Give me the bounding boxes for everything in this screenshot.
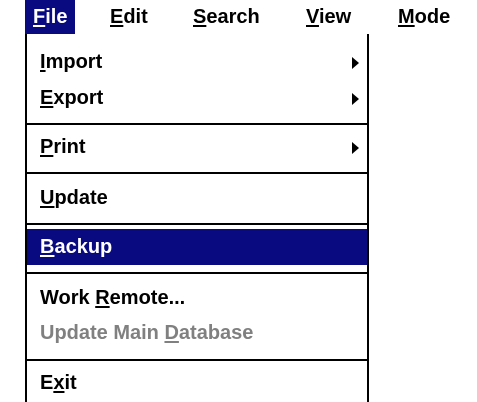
chevron-right-icon	[352, 57, 359, 69]
menu-item-work-remote[interactable]: Work Remote...	[27, 280, 367, 316]
menu-edit[interactable]: Edit	[102, 0, 156, 34]
menu-view[interactable]: View	[298, 0, 359, 34]
menu-separator	[27, 359, 367, 361]
menu-separator	[27, 123, 367, 125]
menu-item-update[interactable]: Update	[27, 180, 367, 216]
menu-item-print[interactable]: Print	[27, 129, 367, 165]
menu-item-update-main-database: Update Main Database	[40, 322, 254, 344]
file-menu-dropdown: Import Export Print Update Backup Work R…	[25, 34, 369, 402]
menu-file[interactable]: File	[25, 0, 76, 34]
menu-separator	[27, 172, 367, 174]
menu-bar: File Edit Search View Mode	[0, 0, 477, 34]
menu-item-exit[interactable]: Exit	[27, 365, 367, 401]
menu-item-backup[interactable]: Backup	[27, 229, 367, 265]
menu-item-import[interactable]: Import	[27, 44, 367, 80]
menu-mode[interactable]: Mode	[390, 0, 458, 34]
menu-separator	[27, 223, 367, 225]
menu-search[interactable]: Search	[185, 0, 268, 34]
chevron-right-icon	[352, 93, 359, 105]
menu-item-export[interactable]: Export	[27, 80, 367, 116]
menu-separator	[27, 272, 367, 274]
chevron-right-icon	[352, 142, 359, 154]
